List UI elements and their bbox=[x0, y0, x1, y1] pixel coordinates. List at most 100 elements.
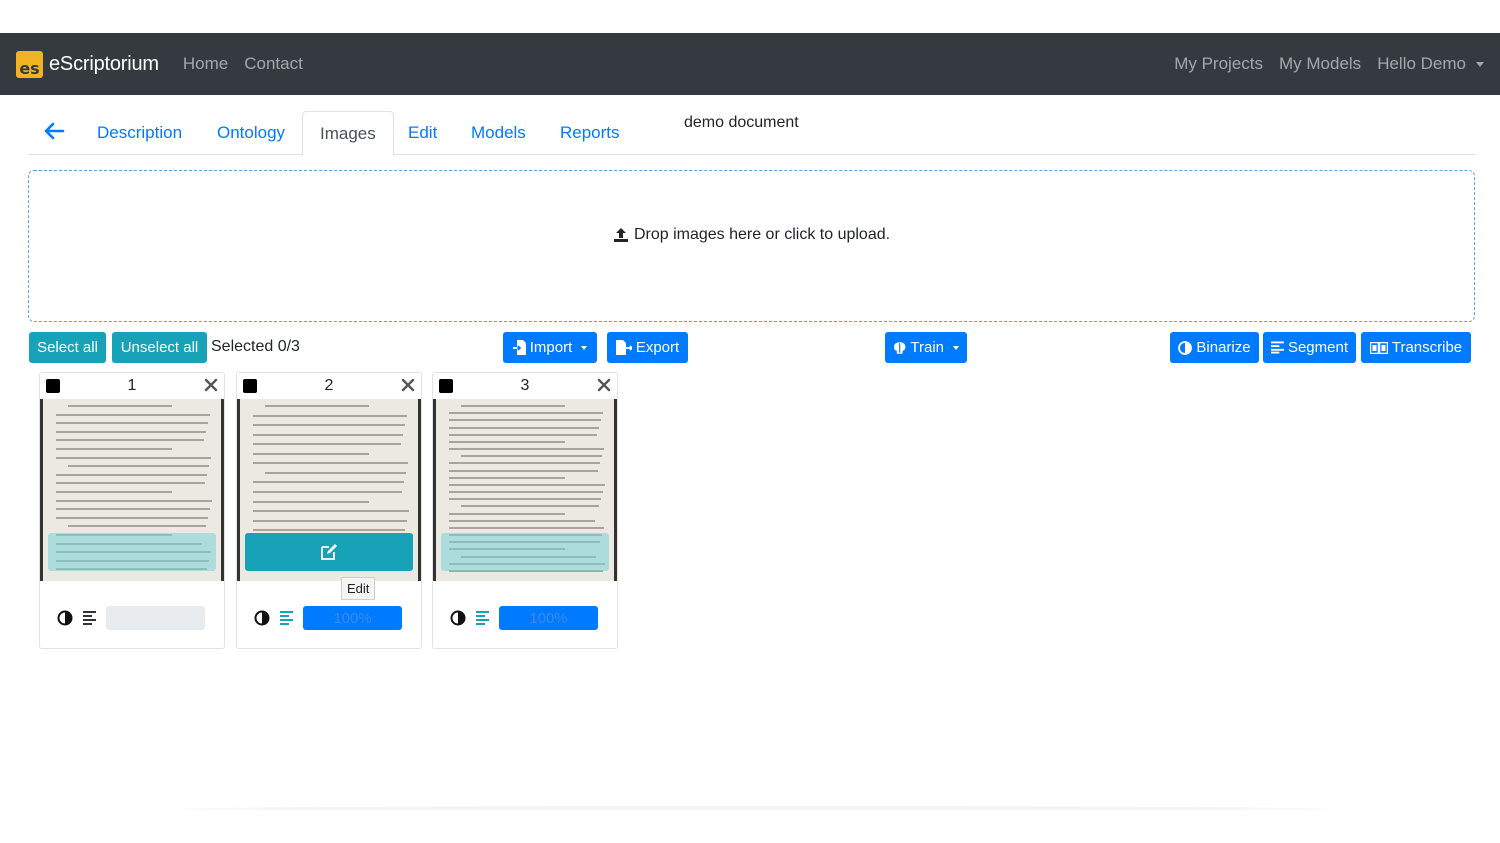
nav-contact[interactable]: Contact bbox=[244, 54, 303, 74]
segment-icon[interactable] bbox=[83, 611, 97, 625]
text-line bbox=[253, 443, 401, 446]
delete-icon[interactable] bbox=[597, 378, 611, 392]
tab-models[interactable]: Models bbox=[454, 111, 543, 155]
text-line bbox=[56, 439, 204, 442]
text-line bbox=[68, 405, 172, 407]
binarize-icon[interactable] bbox=[254, 610, 270, 626]
text-line bbox=[253, 433, 403, 436]
text-line bbox=[56, 430, 206, 433]
nav-home[interactable]: Home bbox=[183, 54, 228, 74]
text-line bbox=[56, 473, 207, 476]
text-line bbox=[449, 433, 597, 436]
tab-reports[interactable]: Reports bbox=[543, 111, 637, 155]
brain-icon bbox=[893, 341, 906, 354]
unselect-all-button[interactable]: Unselect all bbox=[112, 332, 207, 363]
text-line bbox=[56, 516, 208, 519]
page-edge bbox=[433, 399, 436, 581]
text-line bbox=[461, 405, 565, 407]
text-line bbox=[56, 482, 205, 485]
image-card: 3 100% bbox=[432, 372, 618, 649]
tab-ontology[interactable]: Ontology bbox=[200, 111, 302, 155]
chevron-down-icon bbox=[1476, 62, 1484, 68]
card-footer: 100% bbox=[254, 606, 402, 630]
user-menu[interactable]: Hello Demo bbox=[1377, 54, 1484, 74]
text-line bbox=[449, 419, 601, 422]
card-footer bbox=[57, 606, 205, 630]
text-line bbox=[56, 422, 208, 425]
binarize-button[interactable]: Binarize bbox=[1170, 332, 1259, 363]
chevron-down-icon bbox=[581, 345, 588, 350]
export-button[interactable]: Export bbox=[607, 332, 688, 363]
edit-overlay[interactable] bbox=[441, 533, 609, 571]
contrast-icon bbox=[1178, 340, 1193, 355]
text-line bbox=[449, 412, 603, 415]
tab-images[interactable]: Images bbox=[302, 111, 394, 156]
text-line bbox=[449, 476, 565, 479]
text-line bbox=[253, 452, 369, 455]
export-label: Export bbox=[635, 339, 680, 356]
text-line bbox=[253, 424, 405, 427]
card-footer: 100% bbox=[450, 606, 598, 630]
text-line bbox=[449, 491, 603, 493]
text-line bbox=[461, 505, 599, 508]
text-line bbox=[253, 500, 369, 503]
image-card: 2 100% bbox=[236, 372, 422, 649]
text-line bbox=[449, 483, 605, 486]
image-thumbnail[interactable] bbox=[40, 399, 224, 581]
image-thumbnail[interactable] bbox=[433, 399, 617, 581]
transcribe-button[interactable]: Transcribe bbox=[1361, 332, 1471, 363]
binarize-icon[interactable] bbox=[57, 610, 73, 626]
logo-icon: es bbox=[16, 50, 43, 78]
text-line bbox=[253, 519, 407, 522]
text-line bbox=[449, 462, 600, 465]
brand[interactable]: es eScriptorium bbox=[16, 50, 159, 78]
text-line bbox=[253, 529, 405, 532]
file-import-icon bbox=[512, 340, 526, 355]
segment-button[interactable]: Segment bbox=[1263, 332, 1356, 363]
text-line bbox=[449, 498, 601, 501]
image-dropzone[interactable]: Drop images here or click to upload. bbox=[28, 170, 1475, 322]
nav-my-projects[interactable]: My Projects bbox=[1174, 54, 1263, 74]
tab-description[interactable]: Description bbox=[80, 111, 199, 155]
edit-overlay[interactable] bbox=[48, 533, 216, 571]
image-card: 1 bbox=[39, 372, 225, 649]
dropzone-text: Drop images here or click to upload. bbox=[633, 226, 891, 243]
select-all-button[interactable]: Select all bbox=[29, 332, 106, 363]
document-title: demo document bbox=[684, 114, 799, 131]
transcribe-label: Transcribe bbox=[1391, 339, 1463, 356]
text-line bbox=[265, 405, 369, 407]
tab-edit[interactable]: Edit bbox=[391, 111, 454, 155]
back-arrow-icon[interactable] bbox=[42, 119, 66, 143]
import-button[interactable]: Import bbox=[503, 332, 597, 363]
top-margin bbox=[0, 0, 1500, 33]
edit-button[interactable] bbox=[245, 533, 413, 571]
page-edge bbox=[40, 399, 43, 581]
text-line bbox=[253, 414, 407, 417]
text-line bbox=[449, 440, 565, 443]
page-edge bbox=[221, 399, 224, 581]
segment-icon[interactable] bbox=[280, 611, 294, 625]
text-line bbox=[56, 508, 210, 511]
progress-fill: 100% bbox=[499, 606, 598, 630]
text-line bbox=[449, 519, 595, 522]
image-thumbnail[interactable] bbox=[237, 399, 421, 581]
binarize-icon[interactable] bbox=[450, 610, 466, 626]
nav-my-models[interactable]: My Models bbox=[1279, 54, 1361, 74]
train-button[interactable]: Train bbox=[885, 332, 967, 363]
delete-icon[interactable] bbox=[204, 378, 218, 392]
text-line bbox=[56, 491, 172, 493]
page-edge bbox=[614, 399, 617, 581]
user-menu-label: Hello Demo bbox=[1377, 54, 1466, 73]
page-edge bbox=[237, 399, 240, 581]
transcription-progress: 100% bbox=[303, 606, 402, 630]
chevron-down-icon bbox=[953, 345, 959, 350]
text-line bbox=[253, 491, 402, 493]
text-line bbox=[56, 448, 172, 450]
brand-name[interactable]: eScriptorium bbox=[49, 53, 159, 76]
delete-icon[interactable] bbox=[401, 378, 415, 392]
text-line bbox=[449, 469, 598, 472]
segment-icon[interactable] bbox=[476, 611, 490, 625]
transcribe-icon bbox=[1369, 341, 1388, 354]
logo-text: es bbox=[19, 58, 40, 78]
selected-count: Selected 0/3 bbox=[211, 338, 300, 355]
